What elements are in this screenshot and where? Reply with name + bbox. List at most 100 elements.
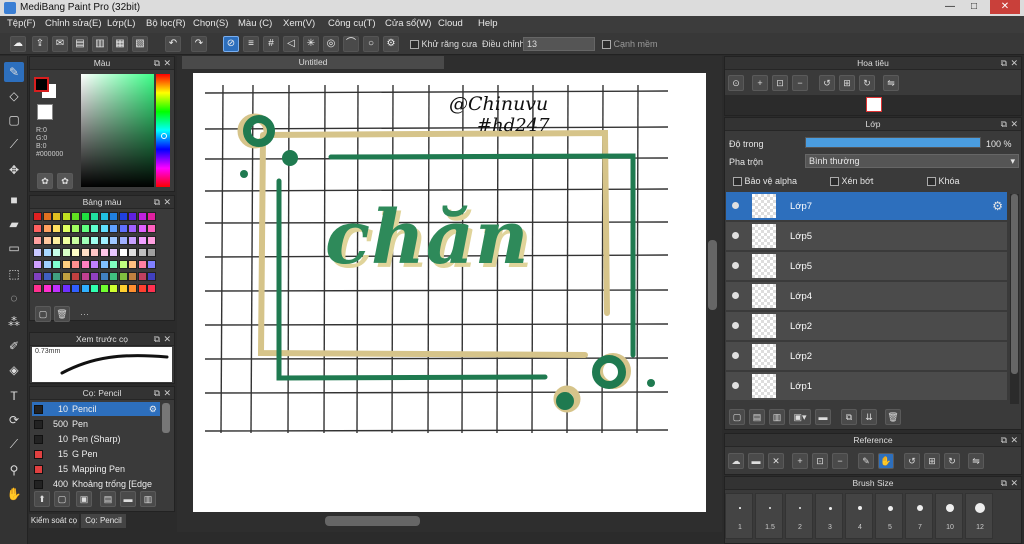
palette-swatch[interactable]	[61, 224, 71, 233]
cloud-open-icon[interactable]: ☁	[728, 453, 744, 469]
ref-eyedropper-icon[interactable]: ✎	[858, 453, 874, 469]
saturation-value-picker[interactable]	[81, 74, 154, 187]
navigator-thumbnail[interactable]	[866, 97, 882, 112]
palette-swatch[interactable]	[80, 284, 90, 293]
select-brush-icon[interactable]: ✐	[4, 336, 24, 356]
palette-swatch[interactable]	[80, 248, 90, 257]
gear-icon[interactable]: ⚙	[992, 199, 1003, 213]
palette-swatch[interactable]	[109, 272, 118, 281]
share-icon[interactable]: ⇪	[32, 36, 48, 52]
vertical-scrollbar[interactable]	[708, 240, 717, 310]
snap-off-icon[interactable]: ⊘	[223, 36, 239, 52]
chat-icon[interactable]: ✉	[52, 36, 68, 52]
menu-cloud[interactable]: Cloud	[438, 18, 463, 29]
brush-control-tab[interactable]: Kiểm soát cọ	[29, 514, 79, 528]
palette-swatch[interactable]	[71, 284, 80, 293]
palette-swatch[interactable]	[109, 224, 118, 233]
panel-close-icon[interactable]: ✕	[1010, 57, 1018, 70]
brush-size-cell[interactable]: 1.5	[755, 493, 783, 539]
lock-checkbox[interactable]	[927, 177, 936, 187]
duplicate-layer-icon[interactable]: ⧉	[841, 409, 857, 425]
ref-zoom-in-icon[interactable]: +	[792, 453, 808, 469]
palette-swatch[interactable]	[90, 224, 99, 233]
undock-icon[interactable]: ⧉	[154, 57, 160, 70]
visibility-eye-icon[interactable]	[732, 292, 739, 299]
menu-view[interactable]: Xem(V)	[283, 18, 315, 29]
soft-edge-checkbox[interactable]	[602, 40, 611, 50]
palette-swatch[interactable]	[128, 272, 137, 281]
panel-close-icon[interactable]: ✕	[163, 387, 171, 400]
ref-flip-icon[interactable]: ⇋	[968, 453, 984, 469]
panel-close-icon[interactable]: ✕	[1010, 118, 1018, 131]
new-brush-icon[interactable]: ▢	[54, 491, 70, 507]
palette-swatch[interactable]	[42, 212, 52, 221]
maximize-button[interactable]: □	[962, 0, 986, 14]
palette-swatch[interactable]	[128, 224, 137, 233]
undock-icon[interactable]: ⧉	[154, 196, 160, 209]
fit-screen-icon[interactable]: ⊞	[839, 75, 855, 91]
visibility-eye-icon[interactable]	[732, 382, 739, 389]
select-eraser-icon[interactable]: ◈	[4, 360, 24, 380]
brush-delete-icon[interactable]: ▥	[140, 491, 156, 507]
brush-size-cell[interactable]: 10	[935, 493, 963, 539]
palette-swatch[interactable]	[99, 272, 109, 281]
palette-swatch[interactable]	[137, 272, 147, 281]
palette-swatch[interactable]	[99, 212, 109, 221]
palette-swatch[interactable]	[61, 212, 71, 221]
brush-item[interactable]: 15 Mapping Pen	[32, 462, 160, 476]
zoom-out-icon[interactable]: −	[792, 75, 808, 91]
palette-swatch[interactable]	[90, 284, 99, 293]
palette-swatch[interactable]	[99, 260, 109, 269]
brush-size-cell[interactable]: 3	[815, 493, 843, 539]
palette-swatch[interactable]	[99, 248, 109, 257]
palette-swatch[interactable]	[128, 260, 137, 269]
palette-swatch[interactable]	[42, 284, 52, 293]
ellipse-snap-icon[interactable]: ○	[363, 36, 379, 52]
brush-item[interactable]: 10 Pencil ⚙	[32, 402, 160, 416]
palette-swatch[interactable]	[90, 248, 99, 257]
clip-checkbox[interactable]	[830, 177, 839, 187]
palette-swatch[interactable]	[128, 284, 137, 293]
undock-icon[interactable]: ⧉	[1001, 118, 1007, 131]
palette-swatch[interactable]	[109, 284, 118, 293]
palette-swatch[interactable]	[33, 284, 42, 293]
actual-size-icon[interactable]: ⊡	[772, 75, 788, 91]
palette-swatch[interactable]	[33, 224, 42, 233]
move-tool-icon[interactable]: ✥	[4, 160, 24, 180]
brush-size-cell[interactable]: 1	[725, 493, 753, 539]
blend-mode-select[interactable]: Bình thường ▾	[805, 154, 1019, 168]
rect-fill-icon[interactable]: ■	[4, 190, 24, 210]
palette-swatch[interactable]	[61, 272, 71, 281]
visibility-eye-icon[interactable]	[732, 202, 739, 209]
panel-icon[interactable]: ▧	[132, 36, 148, 52]
layer-row[interactable]: Lớp5	[726, 222, 1007, 251]
menu-file[interactable]: Tệp(F)	[7, 18, 36, 29]
merge-layer-icon[interactable]: ⇊	[861, 409, 877, 425]
palette-swatch[interactable]	[109, 248, 118, 257]
palette-swatch[interactable]	[137, 212, 147, 221]
palette-swatch[interactable]	[137, 260, 147, 269]
layer-row[interactable]: Lớp5	[726, 252, 1007, 281]
gear-icon[interactable]: ⚙	[149, 402, 157, 416]
palette-swatch[interactable]	[42, 260, 52, 269]
new-layer-icon[interactable]: ▢	[729, 409, 745, 425]
panel-close-icon[interactable]: ✕	[1010, 477, 1018, 490]
bucket-tool-icon[interactable]: ▰	[4, 214, 24, 234]
palette-swatch[interactable]	[33, 212, 42, 221]
palette-swatch[interactable]	[33, 260, 42, 269]
brush-item[interactable]: 500 Pen	[32, 417, 160, 431]
palette-swatch[interactable]	[147, 284, 156, 293]
gradient-tool-icon[interactable]: ▭	[4, 238, 24, 258]
visibility-eye-icon[interactable]	[732, 262, 739, 269]
ref-fit-screen-icon[interactable]: ⊞	[924, 453, 940, 469]
foreground-color-swatch[interactable]	[34, 77, 49, 92]
brush-list-scrollbar[interactable]	[162, 403, 170, 433]
palette-swatch[interactable]	[71, 272, 80, 281]
palette-swatch[interactable]	[33, 272, 42, 281]
palette-swatch[interactable]	[71, 224, 80, 233]
adjust-input[interactable]: 13	[523, 37, 595, 51]
text-tool-icon[interactable]: T	[4, 386, 24, 406]
palette-swatch[interactable]	[71, 236, 80, 245]
palette-swatch[interactable]	[109, 260, 118, 269]
ref-hand-icon[interactable]: ✋	[878, 453, 894, 469]
